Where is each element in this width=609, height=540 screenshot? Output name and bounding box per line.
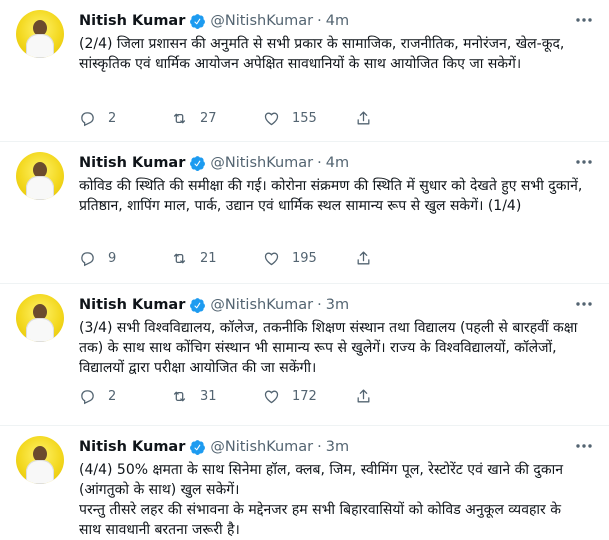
retweet-icon bbox=[173, 113, 186, 123]
tweet-header: Nitish Kumar @NitishKumar · 3m bbox=[79, 295, 349, 315]
timestamp[interactable]: 4m bbox=[326, 155, 349, 171]
tweet-header: Nitish Kumar @NitishKumar · 3m bbox=[79, 437, 349, 457]
reply-count: 2 bbox=[108, 110, 117, 126]
like-count: 155 bbox=[292, 110, 317, 126]
share-icon bbox=[357, 110, 370, 124]
tweet[interactable]: Nitish Kumar @NitishKumar · 3m (3/4) सभी… bbox=[0, 284, 609, 426]
more-options-icon[interactable] bbox=[573, 438, 595, 454]
verified-badge-icon bbox=[190, 13, 206, 29]
retweet-button[interactable]: 31 bbox=[171, 388, 263, 405]
tweet-header: Nitish Kumar @NitishKumar · 4m bbox=[79, 11, 349, 31]
retweet-icon bbox=[173, 391, 186, 401]
share-button[interactable] bbox=[355, 250, 447, 267]
reply-count: 9 bbox=[108, 250, 117, 266]
tweet[interactable]: Nitish Kumar @NitishKumar · 3m (4/4) 50%… bbox=[0, 426, 609, 538]
heart-icon bbox=[264, 390, 279, 403]
separator-dot: · bbox=[317, 297, 322, 313]
avatar[interactable] bbox=[16, 152, 64, 200]
author-handle[interactable]: @NitishKumar bbox=[210, 439, 313, 455]
author-name[interactable]: Nitish Kumar bbox=[79, 13, 185, 29]
heart-icon bbox=[264, 252, 279, 265]
share-icon bbox=[357, 388, 370, 402]
author-handle[interactable]: @NitishKumar bbox=[210, 155, 313, 171]
like-button[interactable]: 195 bbox=[263, 250, 355, 267]
reply-button[interactable]: 2 bbox=[79, 110, 171, 127]
tweet-text: (2/4) जिला प्रशासन की अनुमति से सभी प्रक… bbox=[79, 36, 565, 72]
tweet-feed: Nitish Kumar @NitishKumar · 4m (2/4) जिल… bbox=[0, 0, 609, 538]
more-options-icon[interactable] bbox=[573, 296, 595, 312]
tweet-actions: 2 31 172 bbox=[79, 386, 447, 406]
like-count: 195 bbox=[292, 250, 317, 266]
timestamp[interactable]: 3m bbox=[326, 297, 349, 313]
author-handle[interactable]: @NitishKumar bbox=[210, 297, 313, 313]
reply-icon bbox=[81, 251, 94, 266]
timestamp[interactable]: 3m bbox=[326, 439, 349, 455]
heart-icon bbox=[264, 112, 279, 125]
like-count: 172 bbox=[292, 388, 317, 404]
like-button[interactable]: 155 bbox=[263, 110, 355, 127]
retweet-count: 31 bbox=[200, 388, 217, 404]
author-handle[interactable]: @NitishKumar bbox=[210, 13, 313, 29]
like-button[interactable]: 172 bbox=[263, 388, 355, 405]
separator-dot: · bbox=[317, 13, 322, 29]
author-name[interactable]: Nitish Kumar bbox=[79, 155, 185, 171]
retweet-button[interactable]: 27 bbox=[171, 110, 263, 127]
author-name[interactable]: Nitish Kumar bbox=[79, 297, 185, 313]
tweet-actions: 2 27 155 bbox=[79, 108, 447, 128]
retweet-button[interactable]: 21 bbox=[171, 250, 263, 267]
more-options-icon[interactable] bbox=[573, 154, 595, 170]
more-options-icon[interactable] bbox=[573, 12, 595, 28]
tweet-text: कोविड की स्थिति की समीक्षा की गई। कोरोना… bbox=[79, 178, 583, 214]
tweet[interactable]: Nitish Kumar @NitishKumar · 4m कोविड की … bbox=[0, 142, 609, 284]
author-name[interactable]: Nitish Kumar bbox=[79, 439, 185, 455]
share-button[interactable] bbox=[355, 388, 447, 405]
share-button[interactable] bbox=[355, 110, 447, 127]
retweet-count: 21 bbox=[200, 250, 217, 266]
reply-icon bbox=[81, 389, 94, 404]
tweet-text: (3/4) सभी विश्वविद्यालय, कॉलेज, तकनीकि श… bbox=[79, 320, 578, 376]
verified-badge-icon bbox=[190, 297, 206, 313]
verified-badge-icon bbox=[190, 439, 206, 455]
reply-icon bbox=[81, 111, 94, 126]
separator-dot: · bbox=[317, 439, 322, 455]
avatar[interactable] bbox=[16, 10, 64, 58]
reply-count: 2 bbox=[108, 388, 117, 404]
tweet-header: Nitish Kumar @NitishKumar · 4m bbox=[79, 153, 349, 173]
retweet-icon bbox=[173, 253, 186, 263]
retweet-count: 27 bbox=[200, 110, 217, 126]
separator-dot: · bbox=[317, 155, 322, 171]
tweet-actions: 9 21 195 bbox=[79, 248, 447, 268]
avatar[interactable] bbox=[16, 294, 64, 342]
share-icon bbox=[357, 250, 370, 264]
reply-button[interactable]: 9 bbox=[79, 250, 171, 267]
avatar[interactable] bbox=[16, 436, 64, 484]
tweet[interactable]: Nitish Kumar @NitishKumar · 4m (2/4) जिल… bbox=[0, 0, 609, 142]
timestamp[interactable]: 4m bbox=[326, 13, 349, 29]
verified-badge-icon bbox=[190, 155, 206, 171]
reply-button[interactable]: 2 bbox=[79, 388, 171, 405]
tweet-text: (4/4) 50% क्षमता के साथ सिनेमा हॉल, क्लब… bbox=[79, 462, 563, 538]
